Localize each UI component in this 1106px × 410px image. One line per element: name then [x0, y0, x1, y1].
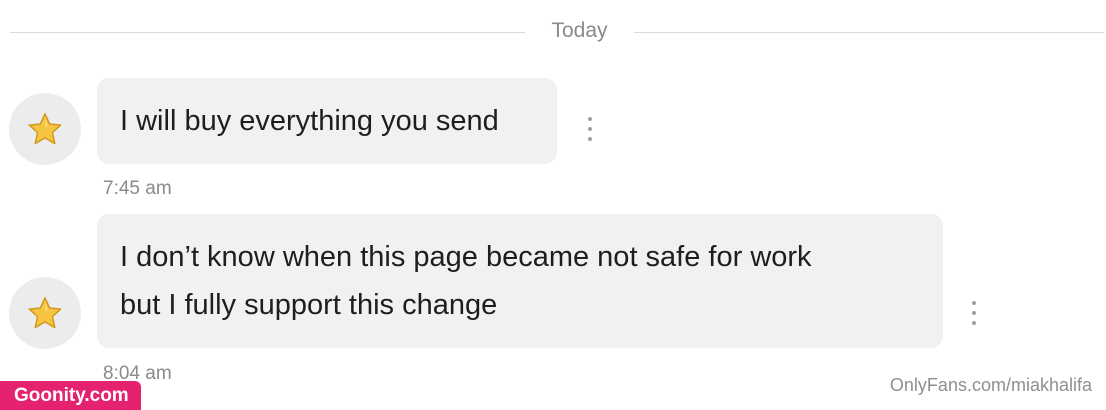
watermark-badge: Goonity.com: [0, 381, 141, 410]
date-divider-line-left: [10, 32, 525, 33]
message-bubble[interactable]: I don’t know when this page became not s…: [97, 214, 943, 348]
sender-avatar[interactable]: [9, 93, 81, 165]
message-text-line: I don’t know when this page became not s…: [120, 241, 812, 273]
message-timestamp: 7:45 am: [103, 178, 172, 199]
star-icon: [28, 113, 62, 145]
sender-avatar[interactable]: [9, 277, 81, 349]
chat-view: Today I will buy everything you send 7:4…: [0, 0, 1106, 410]
message-bubble[interactable]: I will buy everything you send: [97, 78, 557, 164]
message-text-line: but I fully support this change: [120, 289, 498, 321]
date-divider-line-right: [634, 32, 1104, 33]
date-divider-label: Today: [551, 19, 608, 42]
star-icon: [28, 297, 62, 329]
watermark-url: OnlyFans.com/miakhalifa: [889, 375, 1092, 395]
more-vertical-icon[interactable]: [971, 301, 977, 325]
more-vertical-icon[interactable]: [587, 117, 593, 141]
message-text-line: I will buy everything you send: [120, 105, 499, 137]
